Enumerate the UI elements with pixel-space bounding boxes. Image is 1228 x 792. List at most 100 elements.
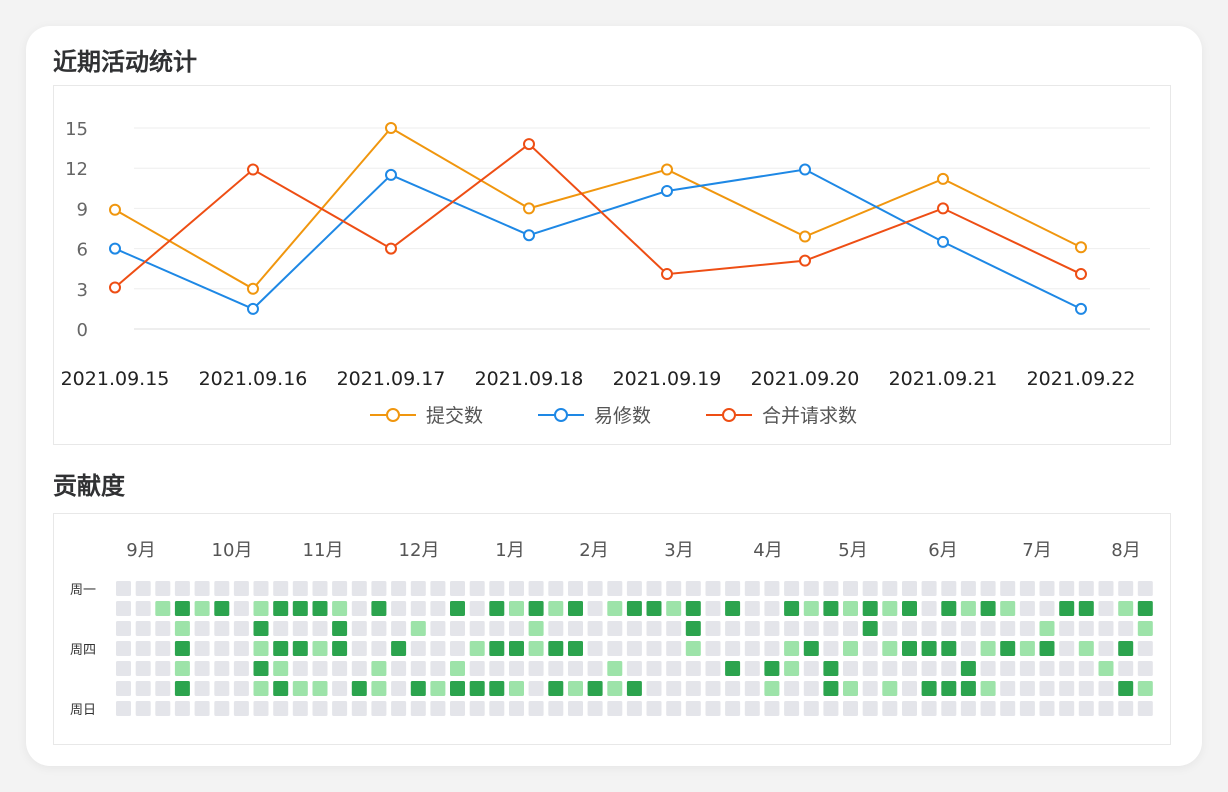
contribution-cell[interactable]	[744, 621, 760, 636]
contribution-cell[interactable]	[273, 581, 289, 596]
contribution-cell[interactable]	[1059, 641, 1075, 656]
contribution-cell[interactable]	[607, 601, 623, 616]
contribution-cell[interactable]	[155, 661, 171, 676]
contribution-cell[interactable]	[587, 701, 603, 716]
contribution-cell[interactable]	[174, 681, 190, 696]
contribution-cell[interactable]	[1000, 661, 1016, 676]
contribution-cell[interactable]	[725, 641, 741, 656]
contribution-cell[interactable]	[568, 661, 583, 676]
contribution-cell[interactable]	[332, 701, 348, 716]
contribution-cell[interactable]	[960, 681, 976, 696]
contribution-cell[interactable]	[1000, 641, 1016, 656]
contribution-cell[interactable]	[469, 641, 485, 656]
contribution-cell[interactable]	[371, 661, 387, 676]
contribution-cell[interactable]	[430, 641, 446, 656]
contribution-cell[interactable]	[489, 661, 505, 676]
contribution-cell[interactable]	[135, 601, 151, 616]
contribution-cell[interactable]	[587, 641, 603, 656]
contribution-cell[interactable]	[528, 701, 544, 716]
contribution-cell[interactable]	[450, 601, 465, 616]
contribution-cell[interactable]	[902, 601, 917, 616]
contribution-cell[interactable]	[980, 641, 996, 656]
contribution-cell[interactable]	[607, 661, 623, 676]
contribution-cell[interactable]	[980, 701, 996, 716]
contribution-cell[interactable]	[273, 661, 289, 676]
contribution-cell[interactable]	[725, 681, 741, 696]
contribution-cell[interactable]	[1019, 581, 1035, 596]
contribution-cell[interactable]	[685, 621, 701, 636]
contribution-cell[interactable]	[646, 601, 662, 616]
contribution-cell[interactable]	[1118, 601, 1134, 616]
contribution-cell[interactable]	[332, 621, 348, 636]
contribution-cell[interactable]	[784, 701, 800, 716]
contribution-cell[interactable]	[194, 701, 210, 716]
contribution-cell[interactable]	[509, 581, 524, 596]
contribution-cell[interactable]	[509, 601, 524, 616]
contribution-cell[interactable]	[351, 601, 367, 616]
contribution-cell[interactable]	[548, 701, 564, 716]
contribution-cell[interactable]	[450, 661, 465, 676]
contribution-cell[interactable]	[450, 641, 465, 656]
contribution-cell[interactable]	[1118, 581, 1134, 596]
contribution-cell[interactable]	[351, 641, 367, 656]
contribution-cell[interactable]	[450, 681, 465, 696]
contribution-cell[interactable]	[725, 701, 741, 716]
contribution-cell[interactable]	[568, 681, 583, 696]
contribution-cell[interactable]	[371, 641, 387, 656]
contribution-cell[interactable]	[921, 621, 937, 636]
contribution-cell[interactable]	[823, 701, 839, 716]
contribution-cell[interactable]	[430, 681, 446, 696]
contribution-cell[interactable]	[489, 581, 505, 596]
contribution-cell[interactable]	[1078, 641, 1094, 656]
legend-item[interactable]: 合并请求数	[706, 405, 857, 427]
contribution-cell[interactable]	[1059, 601, 1075, 616]
contribution-cell[interactable]	[862, 621, 878, 636]
contribution-cell[interactable]	[371, 681, 387, 696]
contribution-cell[interactable]	[1098, 581, 1114, 596]
contribution-cell[interactable]	[194, 681, 210, 696]
contribution-cell[interactable]	[941, 701, 957, 716]
contribution-cell[interactable]	[823, 641, 839, 656]
contribution-cell[interactable]	[1098, 701, 1114, 716]
contribution-cell[interactable]	[626, 581, 642, 596]
contribution-cell[interactable]	[1098, 681, 1114, 696]
contribution-cell[interactable]	[292, 641, 308, 656]
contribution-cell[interactable]	[587, 621, 603, 636]
contribution-cell[interactable]	[960, 661, 976, 676]
contribution-cell[interactable]	[843, 661, 858, 676]
contribution-cell[interactable]	[980, 601, 996, 616]
contribution-cell[interactable]	[764, 601, 780, 616]
contribution-cell[interactable]	[666, 701, 682, 716]
contribution-cell[interactable]	[1137, 661, 1153, 676]
contribution-cell[interactable]	[960, 641, 976, 656]
contribution-cell[interactable]	[764, 621, 780, 636]
contribution-cell[interactable]	[214, 701, 230, 716]
contribution-cell[interactable]	[1078, 601, 1094, 616]
contribution-cell[interactable]	[214, 681, 230, 696]
contribution-cell[interactable]	[705, 621, 721, 636]
contribution-cell[interactable]	[607, 621, 623, 636]
legend-item[interactable]: 提交数	[370, 405, 483, 427]
contribution-cell[interactable]	[528, 601, 544, 616]
contribution-cell[interactable]	[253, 581, 269, 596]
contribution-cell[interactable]	[803, 661, 819, 676]
contribution-cell[interactable]	[1039, 581, 1055, 596]
contribution-cell[interactable]	[1098, 661, 1114, 676]
contribution-cell[interactable]	[116, 701, 131, 716]
contribution-cell[interactable]	[941, 581, 957, 596]
contribution-cell[interactable]	[174, 641, 190, 656]
contribution-cell[interactable]	[1000, 601, 1016, 616]
contribution-cell[interactable]	[784, 681, 800, 696]
contribution-cell[interactable]	[253, 681, 269, 696]
contribution-cell[interactable]	[489, 621, 505, 636]
contribution-cell[interactable]	[626, 601, 642, 616]
contribution-cell[interactable]	[174, 581, 190, 596]
contribution-cell[interactable]	[450, 581, 465, 596]
contribution-cell[interactable]	[843, 601, 858, 616]
contribution-cell[interactable]	[1078, 621, 1094, 636]
contribution-cell[interactable]	[764, 581, 780, 596]
contribution-cell[interactable]	[391, 701, 407, 716]
contribution-cell[interactable]	[351, 661, 367, 676]
contribution-cell[interactable]	[862, 701, 878, 716]
contribution-cell[interactable]	[705, 601, 721, 616]
